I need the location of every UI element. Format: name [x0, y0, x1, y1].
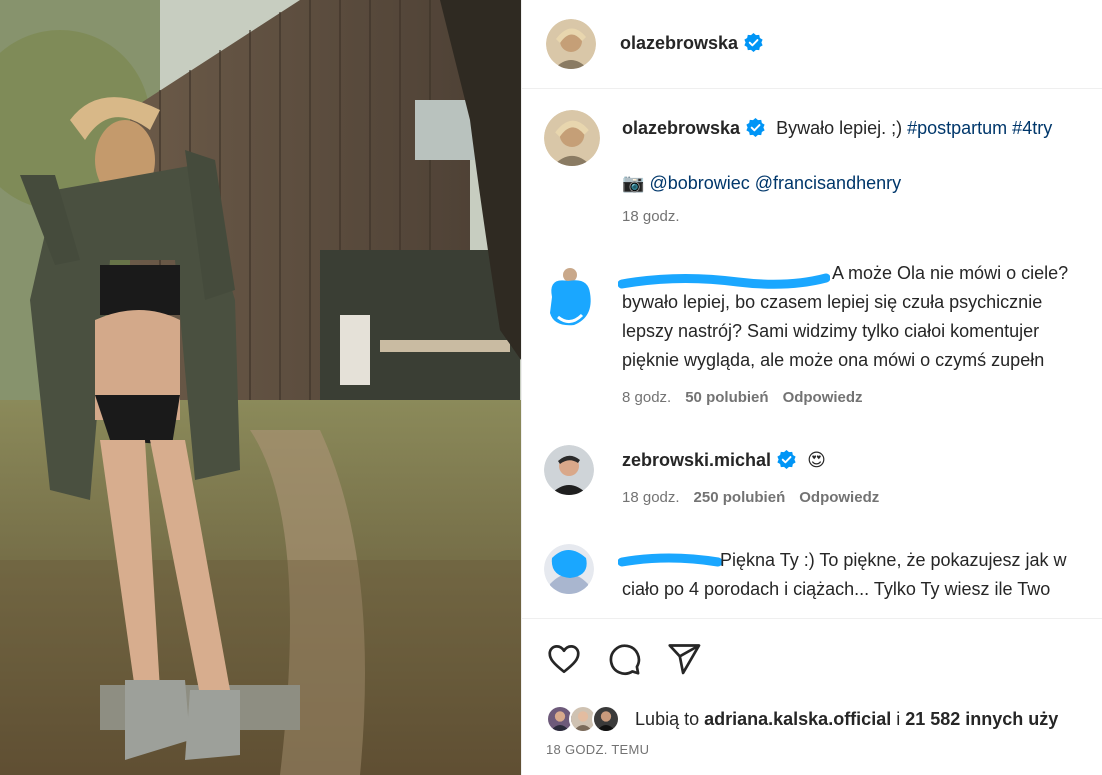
comment-message: 😍 [807, 450, 826, 470]
comment-line: ciało po 4 porodach i ciążach... Tylko T… [622, 579, 1051, 599]
comment-avatar[interactable] [544, 445, 594, 495]
comment-line: bywało lepiej, bo czasem lepiej się czuł… [622, 292, 1043, 312]
comment-line: pięknie wygląda, ale może ona mówi o czy… [622, 350, 1045, 370]
comment-meta: 8 godz. 50 polubień Odpowiedz [622, 389, 863, 406]
comment-line: lepszy nastrój? Sami widzimy tylko ciało… [622, 321, 1040, 341]
likes-prefix: Lubią to [635, 709, 705, 729]
comment-avatar[interactable] [544, 267, 596, 331]
likes-user[interactable]: adriana.kalska.official [704, 709, 891, 729]
caption-avatar[interactable] [544, 110, 600, 166]
reply-button[interactable]: Odpowiedz [799, 489, 879, 506]
paper-plane-icon[interactable] [666, 641, 702, 677]
likes-middle: i [891, 709, 906, 729]
liker-avatar [592, 705, 621, 733]
comment-likes[interactable]: 250 polubień [694, 489, 786, 506]
verified-badge-icon [744, 33, 763, 52]
likes-count[interactable]: 21 582 innych uży [905, 709, 1058, 729]
redacted-username [618, 553, 722, 567]
author-username[interactable]: olazebrowska [620, 33, 763, 54]
caption-hashtags[interactable]: #postpartum #4try [907, 118, 1052, 138]
comment-text: zebrowski.michal 😍 [622, 446, 826, 475]
post-header: olazebrowska [522, 0, 1102, 89]
caption-text: olazebrowska Bywało lepiej. ;) #postpart… [622, 114, 1052, 143]
post-side-panel: olazebrowska olazebrowska Bywało lepiej.… [521, 0, 1102, 775]
comment-likes[interactable]: 50 polubień [685, 389, 768, 406]
comment-time: 18 godz. [622, 489, 680, 506]
comments-list[interactable]: olazebrowska Bywało lepiej. ;) #postpart… [522, 90, 1102, 617]
comment-avatar[interactable] [544, 544, 594, 594]
caption-message: Bywało lepiej. ;) [776, 118, 908, 138]
comment-meta: 18 godz. 250 polubień Odpowiedz [622, 489, 879, 506]
post-photo[interactable] [0, 0, 521, 775]
photo-illustration [0, 0, 521, 775]
verified-badge-icon [777, 450, 796, 469]
reply-button[interactable]: Odpowiedz [783, 389, 863, 406]
comment-icon[interactable] [606, 641, 642, 677]
caption-time: 18 godz. [622, 208, 680, 225]
caption-username[interactable]: olazebrowska [622, 118, 740, 138]
comment-username[interactable]: zebrowski.michal [622, 450, 771, 470]
camera-icon: 📷 [622, 173, 645, 193]
comment-time: 8 godz. [622, 389, 672, 406]
heart-icon[interactable] [546, 641, 582, 677]
caption-mentions[interactable]: @bobrowiec @francisandhenry [649, 173, 901, 193]
comment-line: Piękna Ty :) To piękne, że pokazujesz ja… [720, 550, 1067, 570]
post-timestamp: 18 GODZ. TEMU [546, 742, 650, 757]
caption-credits: 📷 @bobrowiec @francisandhenry [622, 169, 901, 198]
likes-summary[interactable]: Lubią to adriana.kalska.official i 21 58… [546, 705, 1058, 733]
post-actions: Lubią to adriana.kalska.official i 21 58… [522, 618, 1102, 775]
verified-badge-icon [746, 118, 765, 137]
comment-line: A może Ola nie mówi o ciele? [832, 263, 1069, 283]
author-avatar[interactable] [546, 19, 596, 69]
